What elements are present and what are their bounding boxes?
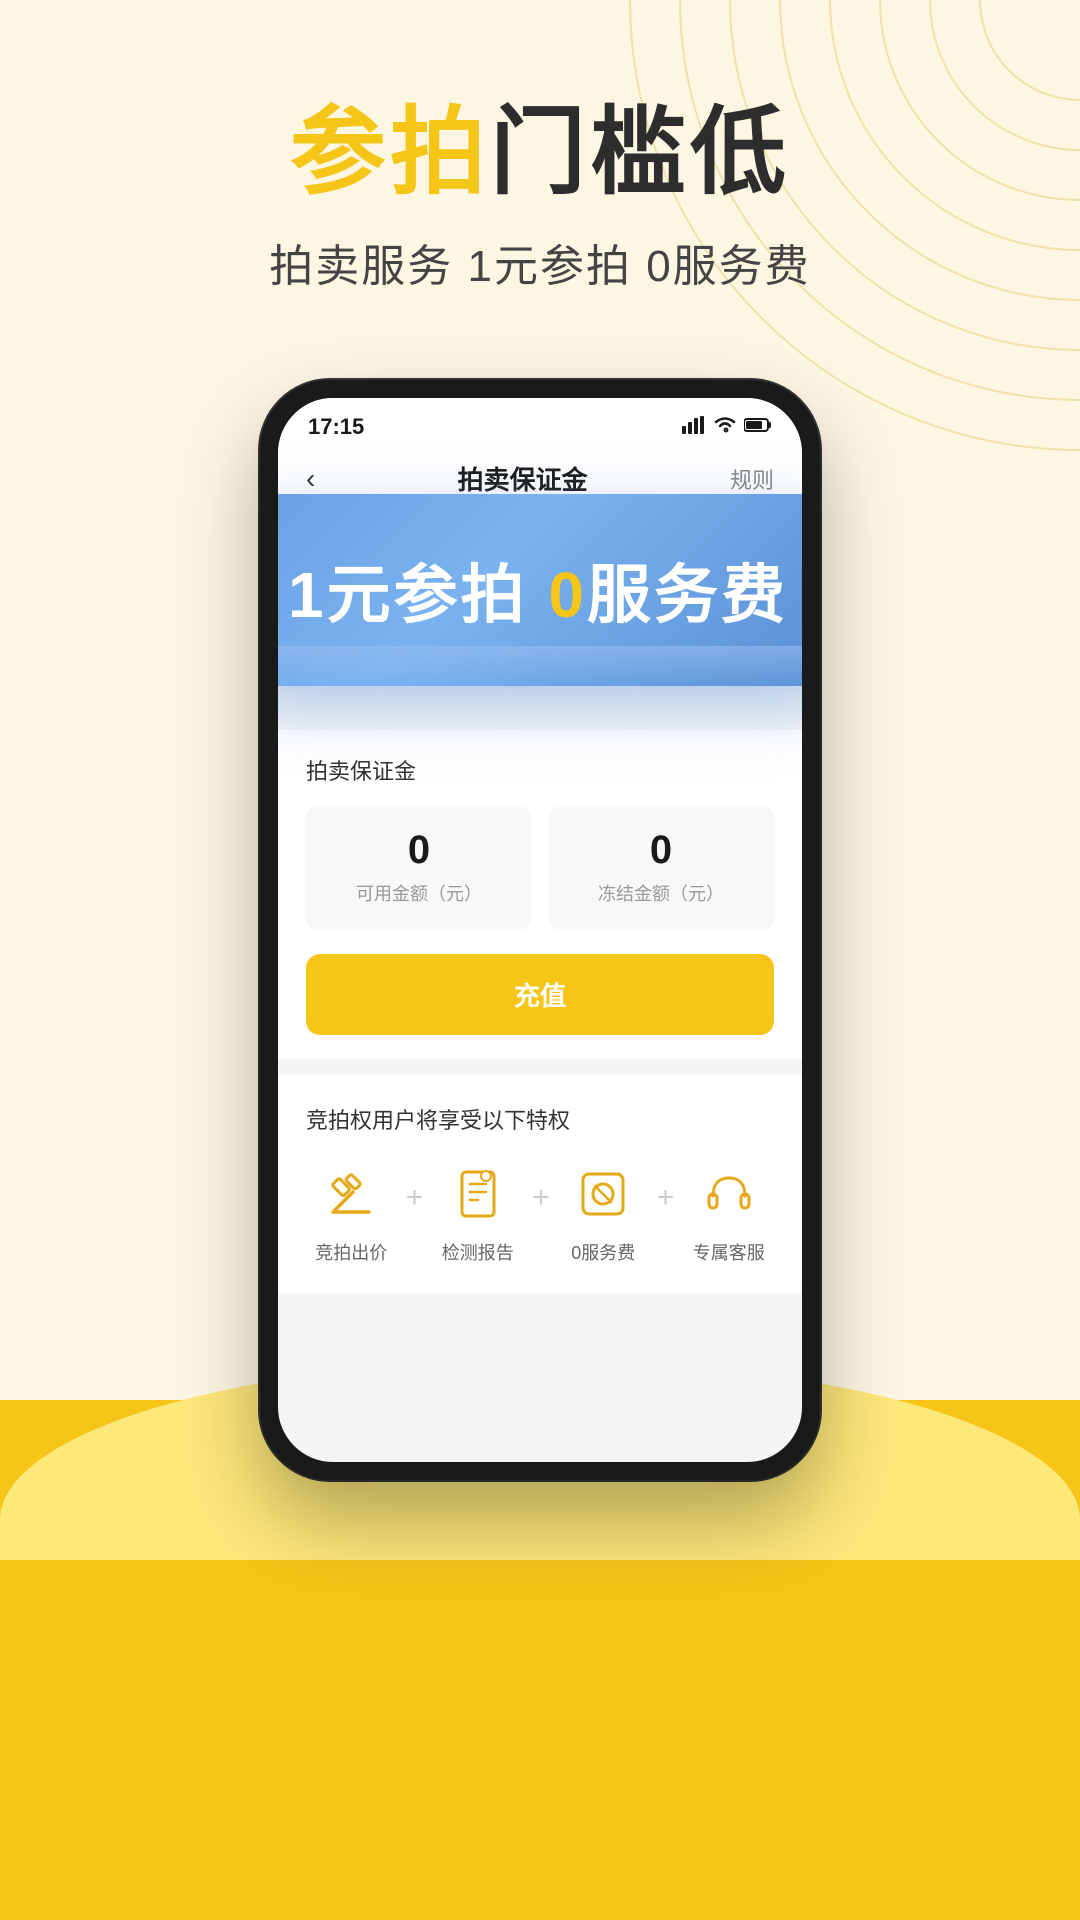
headset-icon <box>694 1159 764 1229</box>
privileges-row: 竞拍出价 + <box>306 1159 774 1265</box>
auction-label: 竞拍出价 <box>315 1239 387 1265</box>
report-label: 检测报告 <box>442 1239 514 1265</box>
recharge-button[interactable]: 充值 <box>306 954 774 1035</box>
banner-text: 1元参拍 0服务费 <box>288 544 792 636</box>
status-time: 17:15 <box>308 414 364 440</box>
privileges-title: 竞拍权用户将享受以下特权 <box>306 1103 774 1135</box>
banner-text-2: 服务费 <box>587 559 788 631</box>
balance-row: 0 可用金额（元） 0 冻结金额（元） <box>306 806 774 930</box>
headline-part1: 参拍 <box>290 99 490 206</box>
zero-fee-label: 0服务费 <box>571 1239 635 1265</box>
status-bar: 17:15 <box>278 398 802 448</box>
privileges-section: 竞拍权用户将享受以下特权 竞拍出价 <box>278 1075 802 1293</box>
back-button[interactable]: ‹ <box>306 463 315 495</box>
available-amount: 0 <box>322 830 516 870</box>
signal-icon <box>682 416 706 439</box>
plus-3: + <box>657 1181 675 1215</box>
available-label: 可用金额（元） <box>322 880 516 906</box>
privilege-zero-fee: 0服务费 <box>568 1159 638 1265</box>
report-icon <box>443 1159 513 1229</box>
plus-1: + <box>406 1181 424 1215</box>
headline-main: 参拍门槛低 <box>0 100 1080 206</box>
guarantee-section-title: 拍卖保证金 <box>306 754 774 786</box>
wifi-icon <box>714 416 736 439</box>
banner-zero: 0 <box>548 559 587 631</box>
phone-screen: 17:15 ‹ 拍卖保证金 规则 <box>278 398 802 1462</box>
privilege-report: 检测报告 <box>442 1159 514 1265</box>
frozen-balance-card: 0 冻结金额（元） <box>548 806 774 930</box>
privilege-service: 专属客服 <box>693 1159 765 1265</box>
headline-part2: 门槛低 <box>490 99 790 206</box>
banner-text-1: 1元参拍 <box>288 559 548 631</box>
battery-icon <box>744 417 772 438</box>
headline-subtitle: 拍卖服务 1元参拍 0服务费 <box>0 230 1080 294</box>
rule-link[interactable]: 规则 <box>730 463 774 495</box>
frozen-amount: 0 <box>564 830 758 870</box>
service-label: 专属客服 <box>693 1239 765 1265</box>
guarantee-section: 拍卖保证金 0 可用金额（元） 0 冻结金额（元） 充值 <box>278 730 802 1059</box>
plus-2: + <box>532 1181 550 1215</box>
page-title: 拍卖保证金 <box>458 460 588 497</box>
frozen-label: 冻结金额（元） <box>564 880 758 906</box>
auction-icon <box>316 1159 386 1229</box>
status-icons <box>682 416 772 439</box>
zero-fee-icon <box>568 1159 638 1229</box>
headline-section: 参拍门槛低 拍卖服务 1元参拍 0服务费 <box>0 100 1080 294</box>
phone-mockup: 17:15 ‹ 拍卖保证金 规则 <box>260 380 820 1480</box>
phone-frame: 17:15 ‹ 拍卖保证金 规则 <box>260 380 820 1480</box>
available-balance-card: 0 可用金额（元） <box>306 806 532 930</box>
promo-banner: 1元参拍 0服务费 <box>278 494 802 686</box>
banner-decoration <box>278 646 802 686</box>
privilege-auction: 竞拍出价 <box>315 1159 387 1265</box>
